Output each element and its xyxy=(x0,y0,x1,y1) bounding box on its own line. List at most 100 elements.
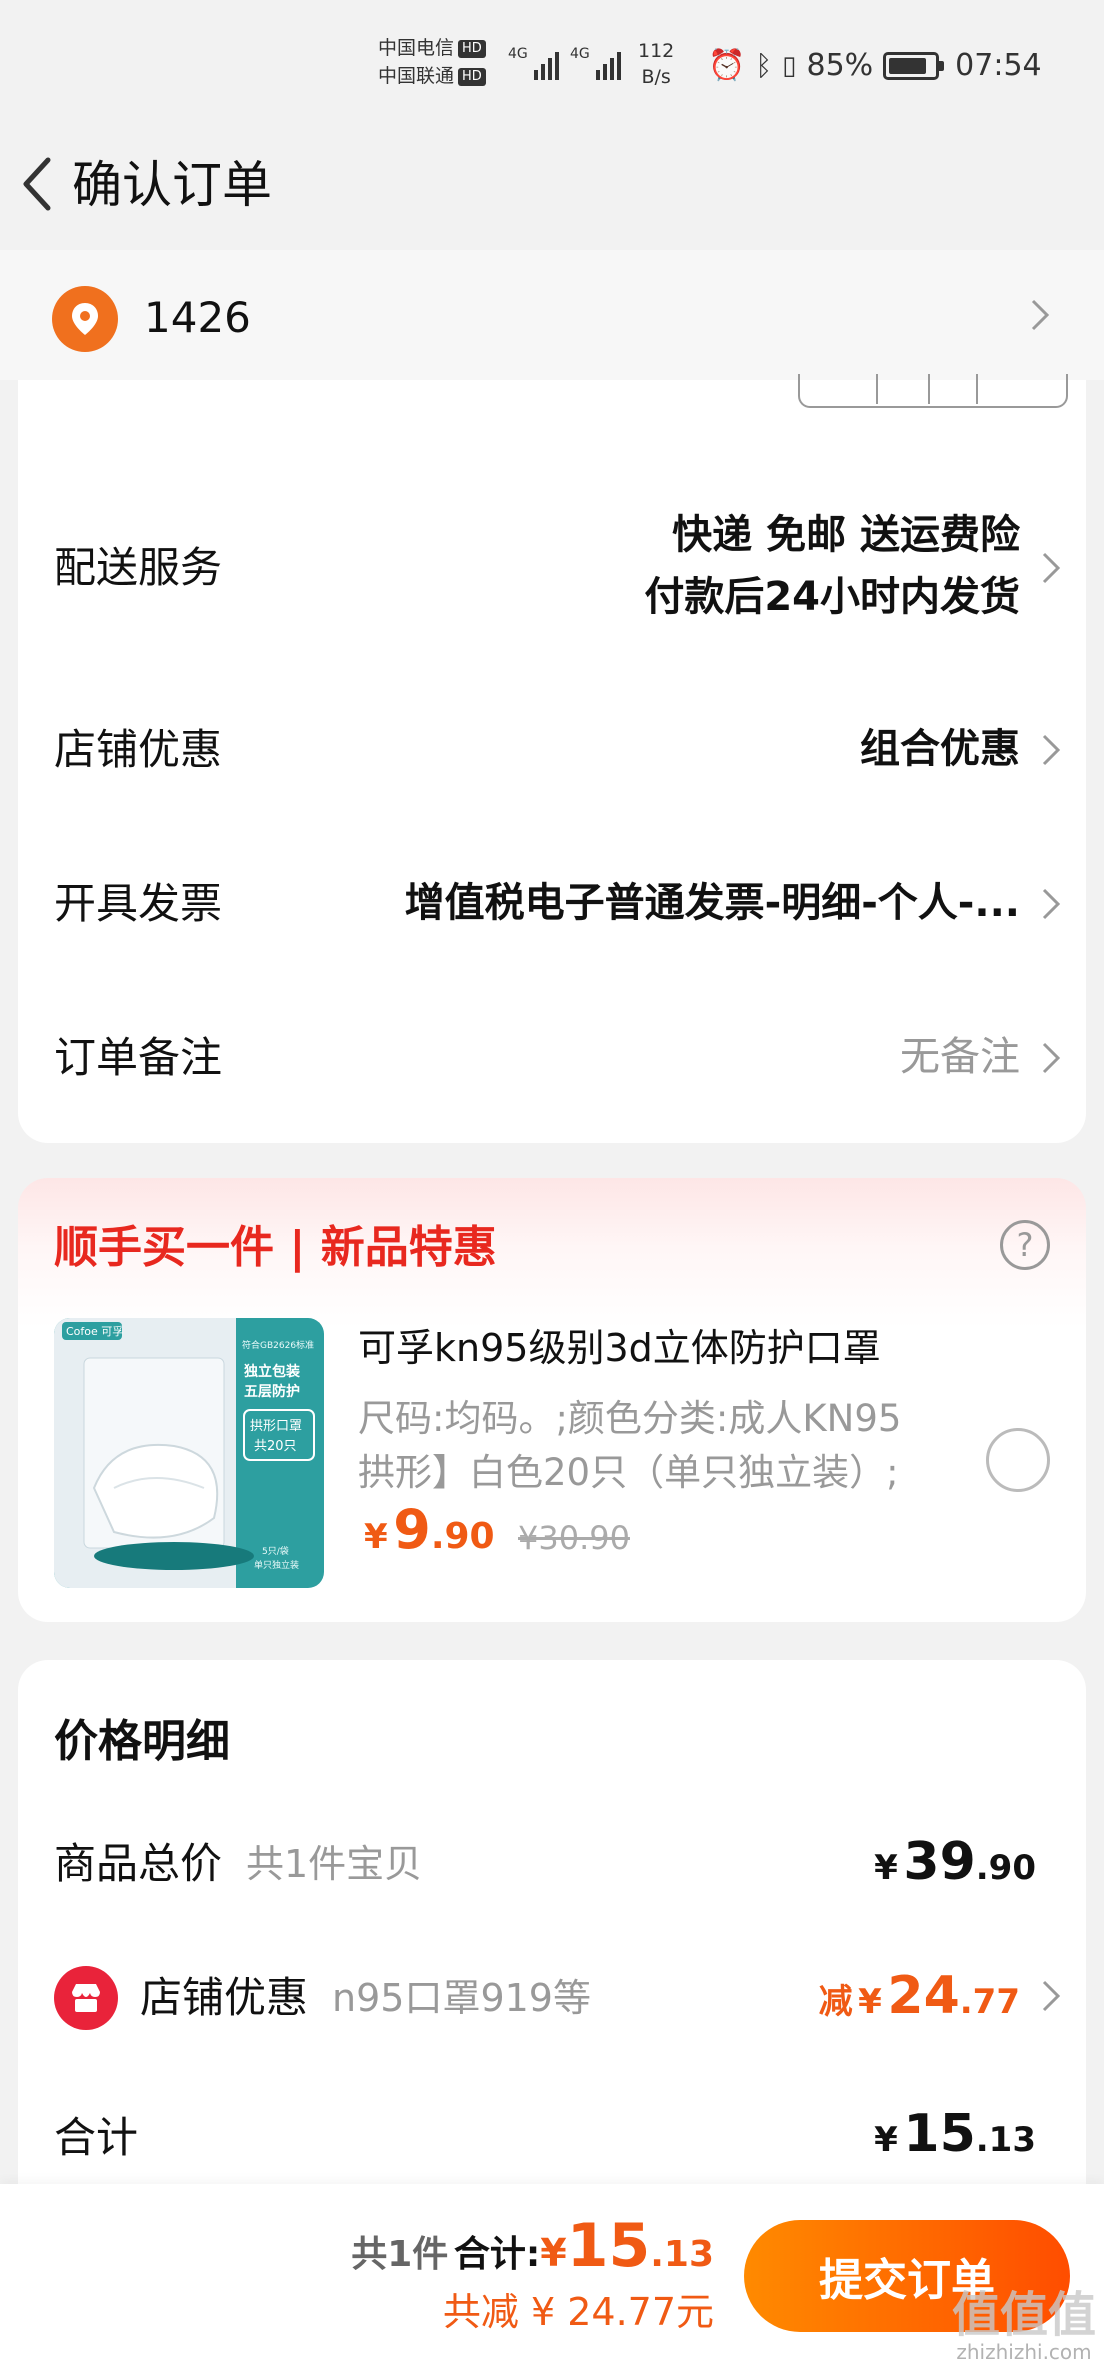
checkout-bar: 共1件 合计:¥15.13 共减 ¥ 24.77元 提交订单 xyxy=(0,2184,1104,2376)
status-icons: ⏰ ᛒ ▯ 85% 07:54 xyxy=(708,48,1042,83)
network-type: 4G xyxy=(508,46,528,62)
discount-prefix: 减 xyxy=(818,1982,853,2022)
product-name[interactable]: 可孚kn95级别3d立体防护口罩 xyxy=(358,1320,881,1376)
price-currency: ¥ xyxy=(364,1517,388,1557)
amount-decimal: .13 xyxy=(975,2120,1036,2160)
original-price: ¥30.90 xyxy=(518,1519,630,1557)
amount-decimal: .90 xyxy=(975,1848,1036,1888)
delivery-service-row[interactable]: 配送服务 快递 免邮 送运费险 付款后24小时内发货 xyxy=(18,500,1086,636)
amount-decimal: .77 xyxy=(959,1982,1020,2022)
delivery-value-line2: 付款后24小时内发货 xyxy=(644,574,1020,620)
invoice-value: 增值税电子普通发票-明细-个人-... xyxy=(404,880,1020,926)
help-icon[interactable]: ? xyxy=(1000,1220,1050,1270)
product-image-brand: Cofoe 可孚 xyxy=(66,1325,123,1338)
product-spec-line1: 尺码:均码。;颜色分类:成人KN95 xyxy=(358,1397,902,1440)
battery-percent: 85% xyxy=(806,48,874,83)
watermark: 值值值 zhizhizhi.com xyxy=(952,2290,1096,2364)
total-discount: 共减 ¥ 24.77元 xyxy=(442,2290,714,2334)
invoice-row[interactable]: 开具发票 增值税电子普通发票-明细-个人-... xyxy=(18,864,1086,944)
invoice-label: 开具发票 xyxy=(54,879,223,928)
battery-icon xyxy=(883,51,945,80)
carrier-info: 中国电信 HD 中国联通 HD xyxy=(378,34,486,90)
currency: ¥ xyxy=(540,2231,567,2275)
location-pin-icon xyxy=(52,286,118,352)
product-image-pkg2: 五层防护 xyxy=(244,1383,300,1400)
currency: ¥ xyxy=(858,1982,882,2022)
total-decimal: .13 xyxy=(650,2234,714,2275)
select-product-radio[interactable] xyxy=(986,1428,1050,1492)
speed-value: 112 xyxy=(638,40,675,62)
carrier-2: 中国联通 xyxy=(378,65,455,87)
page-title: 确认订单 xyxy=(72,156,272,214)
alarm-icon: ⏰ xyxy=(708,48,746,83)
shop-discount-amount[interactable]: 减 ¥ 24.77 xyxy=(819,1966,1020,2038)
product-image-standard: 符合GB2626标准 xyxy=(242,1339,314,1351)
product-image-pkg1: 独立包装 xyxy=(244,1363,301,1380)
back-arrow-icon[interactable] xyxy=(14,148,62,220)
nav-bar: 确认订单 xyxy=(0,120,1104,250)
address-text: 1426 xyxy=(144,293,251,342)
speed-unit: B/s xyxy=(641,66,671,88)
currency: ¥ xyxy=(874,1848,898,1888)
shop-icon xyxy=(54,1966,118,2030)
currency: ¥ xyxy=(874,2120,898,2160)
shop-discount-value: 组合优惠 xyxy=(860,726,1020,772)
goods-total-amount: ¥ 39.90 xyxy=(874,1832,1036,1904)
battery-fill xyxy=(889,57,927,74)
total-integer: 15 xyxy=(566,2211,651,2281)
amount-integer: 39 xyxy=(903,1832,976,1892)
chevron-right-icon xyxy=(1042,552,1061,584)
chevron-right-icon xyxy=(1042,734,1061,766)
signal-icon: 4G xyxy=(508,46,559,80)
carrier-1: 中国电信 xyxy=(378,37,455,59)
shop-discount-detail: n95口罩919等 xyxy=(332,1976,591,2020)
product-image-pack: 5只/袋 xyxy=(262,1545,289,1557)
order-note-value: 无备注 xyxy=(900,1034,1020,1080)
goods-count: 共1件宝贝 xyxy=(246,1842,423,1886)
delivery-label: 配送服务 xyxy=(54,543,223,592)
price-detail-title: 价格明细 xyxy=(54,1716,230,1767)
product-spec-line2: 拱形】白色20只（单只独立装）; xyxy=(358,1451,899,1494)
order-options-card: 配送服务 快递 免邮 送运费险 付款后24小时内发货 店铺优惠 组合优惠 开具发… xyxy=(18,374,1086,1143)
hd-badge: HD xyxy=(458,67,486,86)
shop-discount-label: 店铺优惠 xyxy=(54,725,223,774)
signal-icon: 4G xyxy=(570,46,621,80)
delivery-value-line1: 快递 免邮 送运费险 xyxy=(672,512,1020,558)
network-type: 4G xyxy=(570,46,590,62)
product-spec: 尺码:均码。;颜色分类:成人KN95 拱形】白色20只（单只独立装）; xyxy=(358,1392,988,1500)
upsell-title: 顺手买一件 | 新品特惠 xyxy=(54,1222,497,1273)
product-image[interactable]: Cofoe 可孚 符合GB2626标准 独立包装 五层防护 拱形口罩 共20只 … xyxy=(54,1318,324,1588)
chevron-right-icon xyxy=(1042,1042,1061,1074)
watermark-site: zhizhizhi.com xyxy=(956,2340,1092,2364)
checkout-total: 共1件 合计:¥15.13 xyxy=(351,2214,714,2293)
vibrate-icon: ▯ xyxy=(782,50,797,81)
product-image-shape1: 拱形口罩 xyxy=(250,1419,302,1434)
order-note-label: 订单备注 xyxy=(54,1033,223,1082)
quantity-stepper[interactable] xyxy=(798,374,1068,408)
amount-integer: 24 xyxy=(887,1966,960,2026)
network-speed: 112 B/s xyxy=(638,38,674,90)
product-image-shape2: 共20只 xyxy=(254,1439,297,1454)
chevron-right-icon xyxy=(1042,888,1061,920)
upsell-card: 顺手买一件 | 新品特惠 ? Cofoe 可孚 符合GB2626标准 独立包装 … xyxy=(18,1178,1086,1622)
hd-badge: HD xyxy=(458,39,486,58)
clock: 07:54 xyxy=(955,48,1042,83)
shop-discount-row[interactable]: 店铺优惠 组合优惠 xyxy=(18,710,1086,790)
amount-integer: 15 xyxy=(903,2104,976,2164)
product-image-pack2: 单只独立装 xyxy=(254,1559,299,1571)
shop-discount-label: 店铺优惠 xyxy=(140,1973,309,2022)
address-bar[interactable]: 1426 xyxy=(0,250,1104,380)
status-bar: 中国电信 HD 中国联通 HD 4G 4G 112 B/s ⏰ ᛒ ▯ 85% 07… xyxy=(0,0,1104,120)
chevron-right-icon xyxy=(1031,299,1050,331)
item-count: 共1件 xyxy=(351,2234,449,2275)
total-label: 合计: xyxy=(453,2234,541,2275)
price-decimal: .90 xyxy=(430,1516,495,1557)
goods-total-label: 商品总价 xyxy=(54,1839,223,1888)
order-note-row[interactable]: 订单备注 无备注 xyxy=(18,1018,1086,1098)
price-integer: 9 xyxy=(393,1498,431,1561)
watermark-logo: 值值值 xyxy=(952,2287,1097,2343)
total-label: 合计 xyxy=(54,2113,139,2162)
total-amount: ¥ 15.13 xyxy=(874,2104,1036,2176)
chevron-right-icon[interactable] xyxy=(1036,1976,1066,2016)
product-price: ¥ 9.90 xyxy=(364,1502,495,1571)
